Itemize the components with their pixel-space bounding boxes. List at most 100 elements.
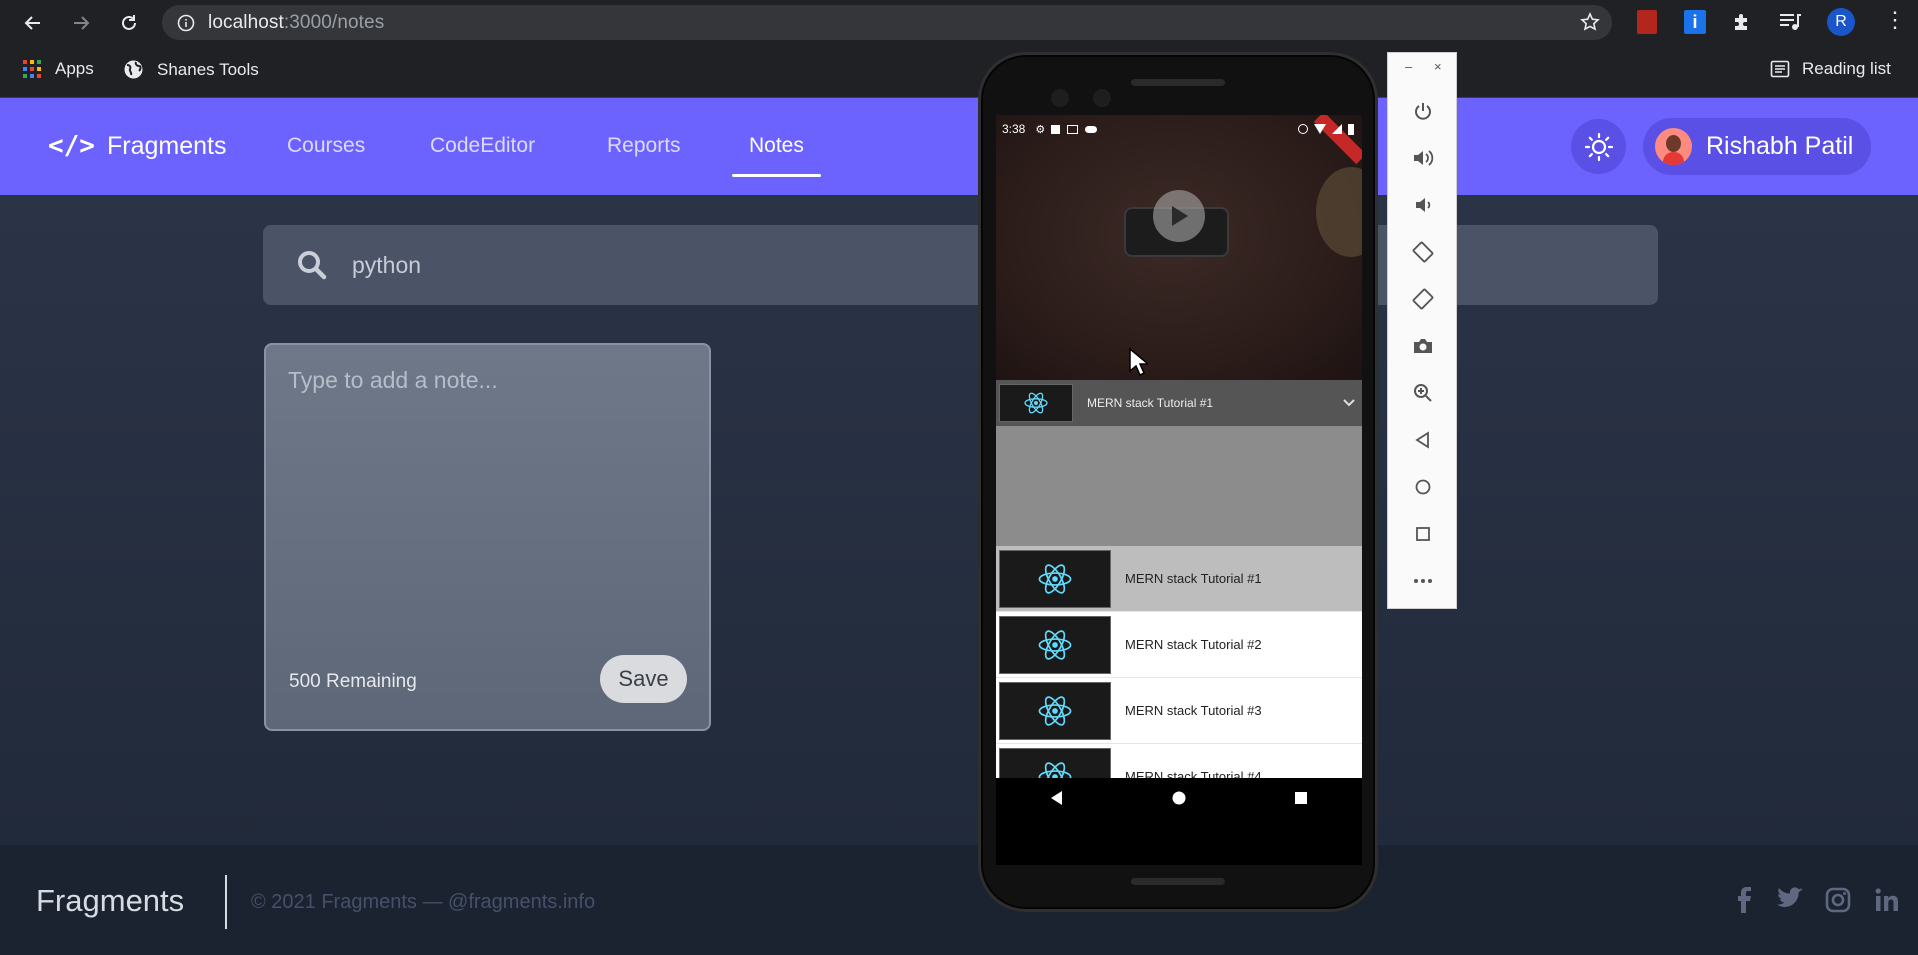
bottom-speaker [1131, 878, 1225, 885]
phone-clock: 3:38 [1002, 122, 1026, 136]
star-icon[interactable] [1580, 12, 1600, 32]
earpiece-speaker [1131, 79, 1225, 86]
rotate-left-icon[interactable] [1409, 238, 1437, 266]
more-icon[interactable] [1409, 567, 1437, 595]
user-profile-button[interactable]: Rishabh Patil [1643, 118, 1871, 175]
reading-list-icon [1770, 60, 1790, 78]
video-thumbnail [999, 549, 1111, 608]
menu-dots-icon[interactable]: ⋮ [1884, 9, 1906, 31]
video-list-item[interactable]: MERN stack Tutorial #3 [996, 678, 1362, 744]
info-icon[interactable] [177, 14, 195, 32]
forward-icon[interactable] [66, 8, 96, 38]
back-icon[interactable] [18, 8, 48, 38]
brand-name: Fragments [106, 131, 227, 160]
wifi-status-icon [1314, 124, 1326, 134]
search-input[interactable] [352, 251, 952, 279]
save-button[interactable]: Save [600, 655, 687, 703]
video-title: MERN stack Tutorial #4 [1125, 769, 1262, 778]
characters-remaining: 500 Remaining [289, 671, 417, 692]
android-emulator-device: 3:38 ⚙ MERN stack Tutorial #1 MERN stack… [978, 52, 1378, 912]
new-note-card: 500 Remaining Save [264, 343, 711, 731]
video-list: MERN stack Tutorial #1 MERN stack Tutori… [996, 546, 1362, 778]
footer-divider [225, 875, 227, 929]
nav-notes[interactable]: Notes [732, 134, 821, 177]
emulator-close-button[interactable]: × [1434, 59, 1442, 74]
android-overview-icon[interactable] [1293, 790, 1309, 806]
footer-brand: Fragments [36, 883, 185, 918]
emulator-minimize-button[interactable]: – [1405, 59, 1412, 74]
video-thumbnail [999, 747, 1111, 778]
code-icon: </> [48, 131, 95, 161]
url-text: localhost:3000/notes [208, 11, 385, 33]
extension-info-icon[interactable]: i [1684, 10, 1706, 34]
theme-toggle-button[interactable] [1571, 119, 1626, 174]
user-name: Rishabh Patil [1706, 132, 1854, 160]
reload-icon[interactable] [114, 8, 144, 38]
linkedin-icon[interactable] [1874, 887, 1900, 913]
selected-video-thumbnail [999, 384, 1073, 422]
zoom-icon[interactable] [1409, 379, 1437, 407]
address-bar[interactable]: localhost:3000/notes [162, 5, 1612, 40]
facebook-icon[interactable] [1733, 887, 1755, 913]
footer: Fragments © 2021 Fragments — @fragments.… [0, 845, 1918, 955]
camera-icon[interactable] [1409, 332, 1437, 360]
react-logo-icon [1038, 563, 1072, 594]
volume-down-icon[interactable] [1409, 191, 1437, 219]
cloud-status-icon [1085, 125, 1098, 133]
profile-avatar[interactable]: R [1827, 8, 1855, 36]
video-list-item[interactable]: MERN stack Tutorial #4 [996, 744, 1362, 778]
emulator-toolbar: – × [1387, 52, 1457, 609]
back-triangle-icon[interactable] [1409, 426, 1437, 454]
video-title: MERN stack Tutorial #3 [1125, 703, 1262, 718]
video-list-item[interactable]: MERN stack Tutorial #1 [996, 546, 1362, 612]
bookmark-shanes-tools[interactable]: Shanes Tools [123, 59, 259, 80]
android-home-icon[interactable] [1171, 790, 1187, 806]
rotate-right-icon[interactable] [1409, 285, 1437, 313]
mute-status-icon [1298, 124, 1308, 134]
android-nav-bar [996, 778, 1362, 818]
nav-courses[interactable]: Courses [287, 134, 365, 158]
video-title: MERN stack Tutorial #1 [1125, 571, 1262, 586]
nav-codeeditor[interactable]: CodeEditor [430, 134, 535, 158]
bookmarks-bar: Apps Shanes Tools Reading list [0, 45, 1918, 98]
media-icon[interactable] [1778, 11, 1802, 38]
brand-logo[interactable]: </> Fragments [48, 131, 226, 161]
twitter-icon[interactable] [1776, 887, 1804, 911]
react-logo-icon [1024, 392, 1048, 414]
signal-status-icon [1332, 124, 1342, 134]
chevron-down-icon [1343, 399, 1355, 407]
battery-status-icon [1348, 123, 1354, 135]
play-button[interactable] [1153, 190, 1205, 242]
volume-up-icon[interactable] [1409, 144, 1437, 172]
overview-square-icon[interactable] [1409, 520, 1437, 548]
bookmark-apps-label: Apps [55, 59, 94, 78]
dropdown-backdrop [996, 426, 1362, 546]
reading-list-label: Reading list [1802, 59, 1891, 78]
reading-list[interactable]: Reading list [1770, 59, 1891, 79]
note-textarea[interactable] [288, 367, 688, 617]
search-icon [298, 251, 327, 280]
power-icon[interactable] [1409, 97, 1437, 125]
video-player[interactable] [996, 115, 1362, 380]
extensions-icon[interactable] [1731, 10, 1755, 39]
browser-toolbar: localhost:3000/notes i R ⋮ [0, 0, 1918, 45]
bookmark-apps[interactable]: Apps [22, 59, 94, 79]
front-camera [1051, 89, 1069, 107]
instagram-icon[interactable] [1825, 887, 1851, 913]
video-list-item[interactable]: MERN stack Tutorial #2 [996, 612, 1362, 678]
nav-reports[interactable]: Reports [607, 134, 681, 158]
phone-status-bar: 3:38 ⚙ [996, 115, 1362, 143]
play-icon [1172, 206, 1188, 226]
user-avatar [1655, 128, 1692, 165]
notification-status-icon [1051, 124, 1061, 134]
video-selector-dropdown[interactable]: MERN stack Tutorial #1 [996, 380, 1362, 426]
mouse-cursor-icon [1129, 347, 1148, 377]
front-sensor [1093, 89, 1111, 107]
home-circle-icon[interactable] [1409, 473, 1437, 501]
react-logo-icon [1038, 629, 1072, 660]
android-back-icon[interactable] [1049, 790, 1065, 806]
video-thumbnail [999, 615, 1111, 674]
apps-grid-icon [23, 60, 41, 78]
extension-book-icon[interactable] [1637, 10, 1657, 34]
settings-status-icon: ⚙ [1035, 123, 1046, 136]
